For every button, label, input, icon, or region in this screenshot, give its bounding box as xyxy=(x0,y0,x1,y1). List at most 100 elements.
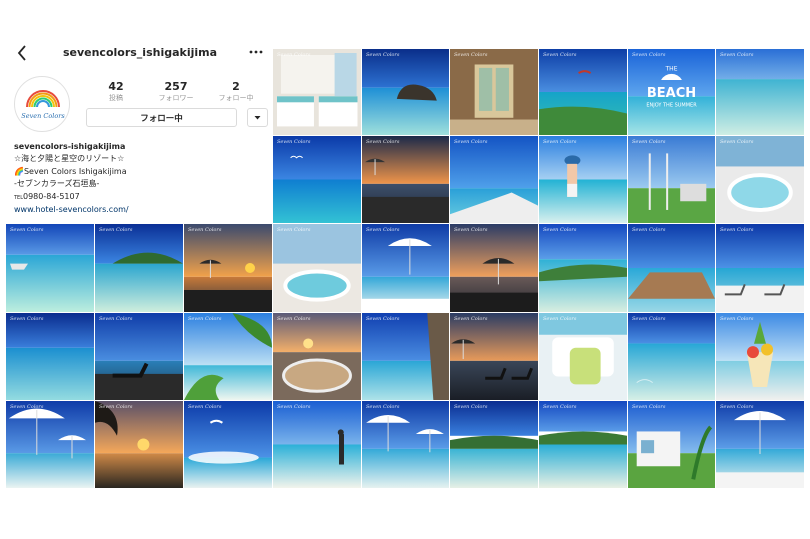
svg-text:THE: THE xyxy=(665,66,678,73)
photo-tile-duskchairs[interactable]: Seven Colors xyxy=(450,313,538,400)
bio-line-1: ☆海と夕陽と星空のリゾート☆ xyxy=(14,154,125,163)
followers-label: フォロワー xyxy=(158,94,194,102)
photo-tile-rock[interactable]: Seven Colors xyxy=(362,49,449,135)
photo-watermark: Seven Colors xyxy=(720,404,754,410)
photo-watermark: Seven Colors xyxy=(99,316,133,322)
avatar-text: Seven Colors xyxy=(21,112,65,120)
bio: sevencolors-ishigakijima ☆海と夕陽と星空のリゾート☆ … xyxy=(14,141,272,217)
photo-tile-sea[interactable]: Seven Colors xyxy=(6,313,94,400)
photo-tile-parasol2[interactable]: Seven Colors xyxy=(362,401,449,488)
photo-tile-jetski[interactable]: Seven Colors xyxy=(6,224,94,312)
photo-tile-walker[interactable]: Seven Colors xyxy=(273,401,361,488)
followers-stat[interactable]: 257 フォロワー xyxy=(146,80,206,103)
photo-tile-beach[interactable]: Seven Colors xyxy=(539,224,627,312)
profile-panel: sevencolors_ishigakijima Seven Colors 42… xyxy=(6,40,272,224)
following-count: 2 xyxy=(232,80,240,93)
caret-down-icon xyxy=(254,116,261,120)
photo-watermark: Seven Colors xyxy=(543,227,577,233)
tel-label: TEL xyxy=(14,194,23,201)
photo-watermark: Seven Colors xyxy=(366,316,400,322)
bio-line-2: 🌈Seven Colors Ishigakijima xyxy=(14,166,127,176)
photo-tile-parasol3[interactable]: Seven Colors xyxy=(716,401,804,488)
svg-text:BEACH: BEACH xyxy=(647,86,696,101)
photo-tile-clearwater[interactable]: Seven Colors xyxy=(628,313,715,400)
bio-name: sevencolors-ishigakijima xyxy=(14,142,126,151)
photo-watermark: Seven Colors xyxy=(454,227,488,233)
bio-line-3: -セブンカラーズ石垣島- xyxy=(14,179,100,188)
photo-tile-island[interactable]: Seven Colors xyxy=(95,224,183,312)
photo-tile-lagoon[interactable]: Seven Colors xyxy=(450,401,538,488)
photo-tile-sunset[interactable]: Seven Colors xyxy=(184,224,272,312)
photo-tile-umbrella[interactable]: Seven Colors xyxy=(362,224,449,312)
photo-watermark: Seven Colors xyxy=(454,139,488,145)
seven-colors-logo: Seven Colors xyxy=(21,90,65,120)
photo-tile-dusk[interactable]: Seven Colors xyxy=(362,136,449,223)
photo-tile-girl[interactable]: Seven Colors xyxy=(539,136,627,223)
photo-tile-shallow[interactable]: Seven Colors xyxy=(716,49,804,135)
photo-watermark: Seven Colors xyxy=(454,316,488,322)
photo-tile-kite[interactable]: Seven Colors xyxy=(184,401,272,488)
avatar[interactable]: Seven Colors xyxy=(14,76,70,132)
photo-watermark: Seven Colors xyxy=(277,316,311,322)
photo-tile-cliff[interactable]: Seven Colors xyxy=(362,313,449,400)
svg-text:ENJOY THE SUMMER: ENJOY THE SUMMER xyxy=(646,103,697,109)
photo-watermark: Seven Colors xyxy=(632,404,666,410)
photo-watermark: Seven Colors xyxy=(366,52,400,58)
photo-tile-interior[interactable]: Seven Colors xyxy=(450,49,538,135)
posts-label: 投稿 xyxy=(109,94,123,102)
following-button[interactable]: フォロー中 xyxy=(86,108,237,127)
photo-tile-terrace[interactable]: Seven Colors xyxy=(450,136,538,223)
photo-watermark: Seven Colors xyxy=(632,139,666,145)
profile-stats: 42 投稿 257 フォロワー 2 フォロー中 xyxy=(86,80,266,104)
more-options-icon[interactable] xyxy=(247,44,265,60)
posts-stat[interactable]: 42 投稿 xyxy=(86,80,146,103)
photo-tile-villa[interactable]: Seven Colors xyxy=(628,401,715,488)
photo-watermark: Seven Colors xyxy=(454,404,488,410)
photo-watermark: Seven Colors xyxy=(277,404,311,410)
back-arrow-icon[interactable] xyxy=(14,43,32,63)
photo-watermark: Seven Colors xyxy=(188,227,222,233)
photo-watermark: Seven Colors xyxy=(277,227,311,233)
photo-tile-parasol[interactable]: Seven Colors xyxy=(6,401,94,488)
photo-watermark: Seven Colors xyxy=(720,139,754,145)
photo-tile-room[interactable]: Seven Colors xyxy=(273,49,361,135)
photo-watermark: Seven Colors xyxy=(543,139,577,145)
photo-watermark: Seven Colors xyxy=(632,52,666,58)
photo-tile-parfait[interactable]: Seven Colors xyxy=(716,313,804,400)
photo-tile-palmsunset[interactable]: Seven Colors xyxy=(95,401,183,488)
photo-watermark: Seven Colors xyxy=(99,227,133,233)
photo-watermark: Seven Colors xyxy=(454,52,488,58)
suggestions-dropdown-button[interactable] xyxy=(247,108,268,127)
photo-watermark: Seven Colors xyxy=(366,404,400,410)
photo-tile-shore[interactable]: Seven Colors xyxy=(539,401,627,488)
photo-watermark: Seven Colors xyxy=(543,404,577,410)
following-label: フォロー中 xyxy=(218,94,254,102)
photo-tile-beachlogo[interactable]: THE BEACH ENJOY THE SUMMER Seven Colors xyxy=(628,49,715,135)
photo-watermark: Seven Colors xyxy=(99,404,133,410)
photo-tile-poolsunset[interactable]: Seven Colors xyxy=(273,313,361,400)
photo-watermark: Seven Colors xyxy=(188,404,222,410)
photo-tile-sunsetumbrella[interactable]: Seven Colors xyxy=(450,224,538,312)
photo-tile-lounger[interactable]: Seven Colors xyxy=(95,313,183,400)
photo-watermark: Seven Colors xyxy=(720,52,754,58)
bio-phone: TEL0980-84-5107 xyxy=(14,191,272,205)
photo-watermark: Seven Colors xyxy=(366,139,400,145)
photo-tile-pool[interactable]: Seven Colors xyxy=(273,224,361,312)
photo-watermark: Seven Colors xyxy=(188,316,222,322)
website-link[interactable]: www.hotel-sevencolors.com/ xyxy=(14,204,272,217)
photo-tile-palm[interactable]: Seven Colors xyxy=(184,313,272,400)
photo-tile-birds[interactable]: Seven Colors xyxy=(273,136,361,223)
photo-watermark: Seven Colors xyxy=(10,316,44,322)
photo-tile-deck[interactable]: Seven Colors xyxy=(628,224,715,312)
photo-tile-jacuzzi[interactable]: Seven Colors xyxy=(716,136,804,223)
photo-tile-loungers[interactable]: Seven Colors xyxy=(716,224,804,312)
photo-watermark: Seven Colors xyxy=(277,139,311,145)
photo-tile-swing[interactable]: Seven Colors xyxy=(628,136,715,223)
photo-watermark: Seven Colors xyxy=(632,316,666,322)
photo-tile-cushions[interactable]: Seven Colors xyxy=(539,313,627,400)
photo-watermark: Seven Colors xyxy=(543,52,577,58)
photo-watermark: Seven Colors xyxy=(366,227,400,233)
photo-tile-coast[interactable]: Seven Colors xyxy=(539,49,627,135)
following-stat[interactable]: 2 フォロー中 xyxy=(206,80,266,103)
profile-username: sevencolors_ishigakijima xyxy=(62,46,218,59)
